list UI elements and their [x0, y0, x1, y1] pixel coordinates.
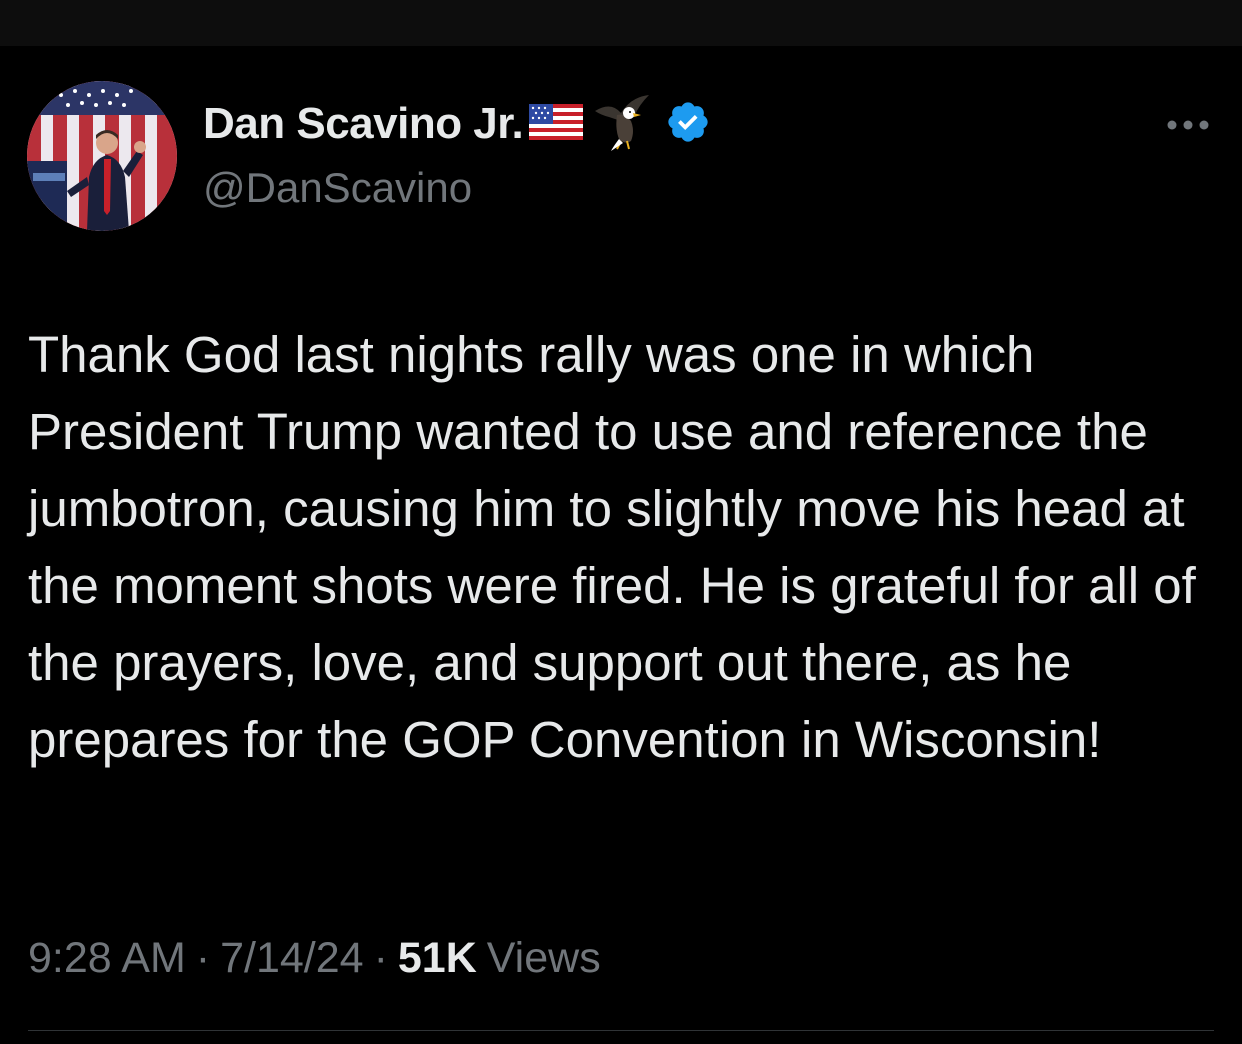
- tweet-meta: 9:28 AM · 7/14/24 · 51K Views: [28, 934, 601, 983]
- author-name-row[interactable]: Dan Scavino Jr.: [203, 94, 711, 151]
- tweet-date[interactable]: 7/14/24: [220, 934, 363, 983]
- more-options-button[interactable]: [1164, 108, 1212, 142]
- tweet-card: Dan Scavino Jr. @DanScavino Thank God la…: [0, 46, 1242, 1044]
- more-dots-icon: [1167, 120, 1209, 130]
- divider: [28, 1030, 1214, 1031]
- top-bar: [0, 0, 1242, 46]
- meta-separator: ·: [373, 934, 388, 982]
- meta-separator: ·: [195, 934, 211, 982]
- tweet-time[interactable]: 9:28 AM: [28, 934, 186, 983]
- tweet-text: Thank God last nights rally was one in w…: [28, 326, 1196, 768]
- avatar-image: [27, 81, 177, 231]
- views-count: 51K: [397, 934, 477, 982]
- us-flag-icon: [529, 103, 584, 145]
- views-label: Views: [486, 934, 601, 982]
- eagle-icon: [591, 91, 653, 158]
- author-handle[interactable]: @DanScavino: [203, 164, 472, 212]
- avatar[interactable]: [27, 81, 177, 231]
- verified-badge-icon: [665, 99, 711, 150]
- display-name[interactable]: Dan Scavino Jr.: [203, 99, 524, 149]
